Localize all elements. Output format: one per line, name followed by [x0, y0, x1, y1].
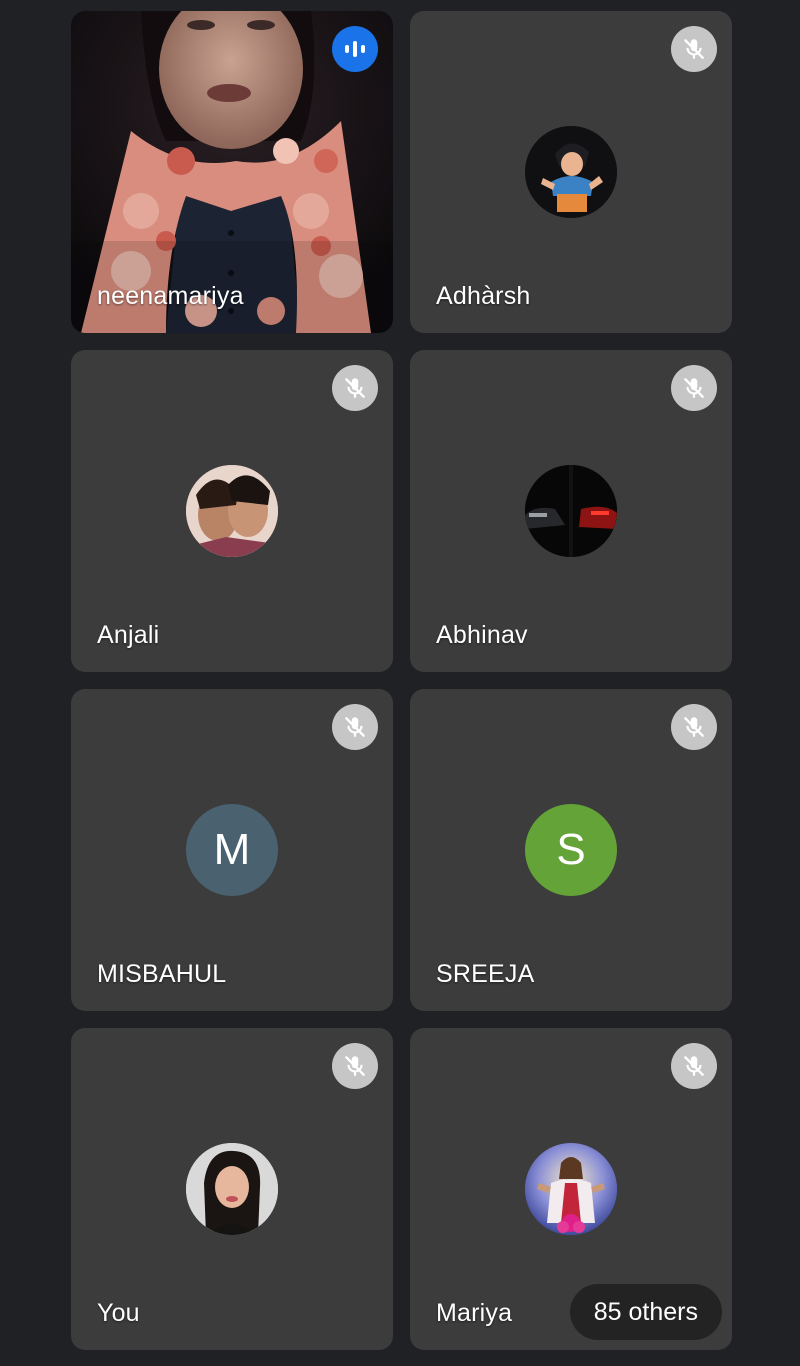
participant-name: You: [97, 1299, 140, 1327]
avatar-initial: M: [186, 804, 278, 896]
participant-name: Anjali: [97, 621, 160, 649]
avatar: [525, 465, 617, 557]
avatar-initial: S: [525, 804, 617, 896]
avatar-letter: S: [556, 825, 586, 874]
audio-level-icon: [345, 41, 365, 57]
avatar: [186, 1143, 278, 1235]
participant-tile-you[interactable]: You: [71, 1028, 393, 1350]
participant-name: neenamariya: [97, 282, 244, 310]
mic-off-icon: [684, 717, 704, 737]
participant-name: SREEJA: [436, 960, 535, 988]
meeting-participant-grid: neenamariya Adhàrsh Anjali Abhinav M MIS…: [0, 0, 800, 1366]
participant-name: Mariya: [436, 1299, 513, 1327]
avatar: [525, 126, 617, 218]
mic-off-icon: [345, 378, 365, 398]
participant-tile-misbahul[interactable]: M MISBAHUL: [71, 689, 393, 1011]
mute-indicator: [671, 1043, 717, 1089]
avatar: [525, 1143, 617, 1235]
avatar: [186, 465, 278, 557]
participant-tile-sreeja[interactable]: S SREEJA: [410, 689, 732, 1011]
others-count-button[interactable]: 85 others: [569, 1284, 722, 1340]
selfie-avatar-image: [186, 465, 278, 557]
cars-avatar-image: [525, 465, 617, 557]
speaking-indicator: [332, 26, 378, 72]
mic-off-icon: [684, 39, 704, 59]
mute-indicator: [671, 704, 717, 750]
mic-off-icon: [684, 1056, 704, 1076]
participant-tile-abhinav[interactable]: Abhinav: [410, 350, 732, 672]
mute-indicator: [671, 26, 717, 72]
participant-name: Adhàrsh: [436, 282, 531, 310]
mute-indicator: [332, 1043, 378, 1089]
mute-indicator: [671, 365, 717, 411]
religious-avatar-image: [525, 1143, 617, 1235]
participant-name: Abhinav: [436, 621, 528, 649]
participant-tile-neenamariya[interactable]: neenamariya: [71, 11, 393, 333]
participant-tile-mariya[interactable]: Mariya 85 others: [410, 1028, 732, 1350]
cartoon-avatar-image: [525, 126, 617, 218]
mic-off-icon: [345, 1056, 365, 1076]
participant-tile-anjali[interactable]: Anjali: [71, 350, 393, 672]
portrait-avatar-image: [186, 1143, 278, 1235]
avatar-letter: M: [213, 825, 251, 874]
mute-indicator: [332, 365, 378, 411]
participant-tile-adharsh[interactable]: Adhàrsh: [410, 11, 732, 333]
mic-off-icon: [345, 717, 365, 737]
mute-indicator: [332, 704, 378, 750]
participant-name: MISBAHUL: [97, 960, 227, 988]
mic-off-icon: [684, 378, 704, 398]
